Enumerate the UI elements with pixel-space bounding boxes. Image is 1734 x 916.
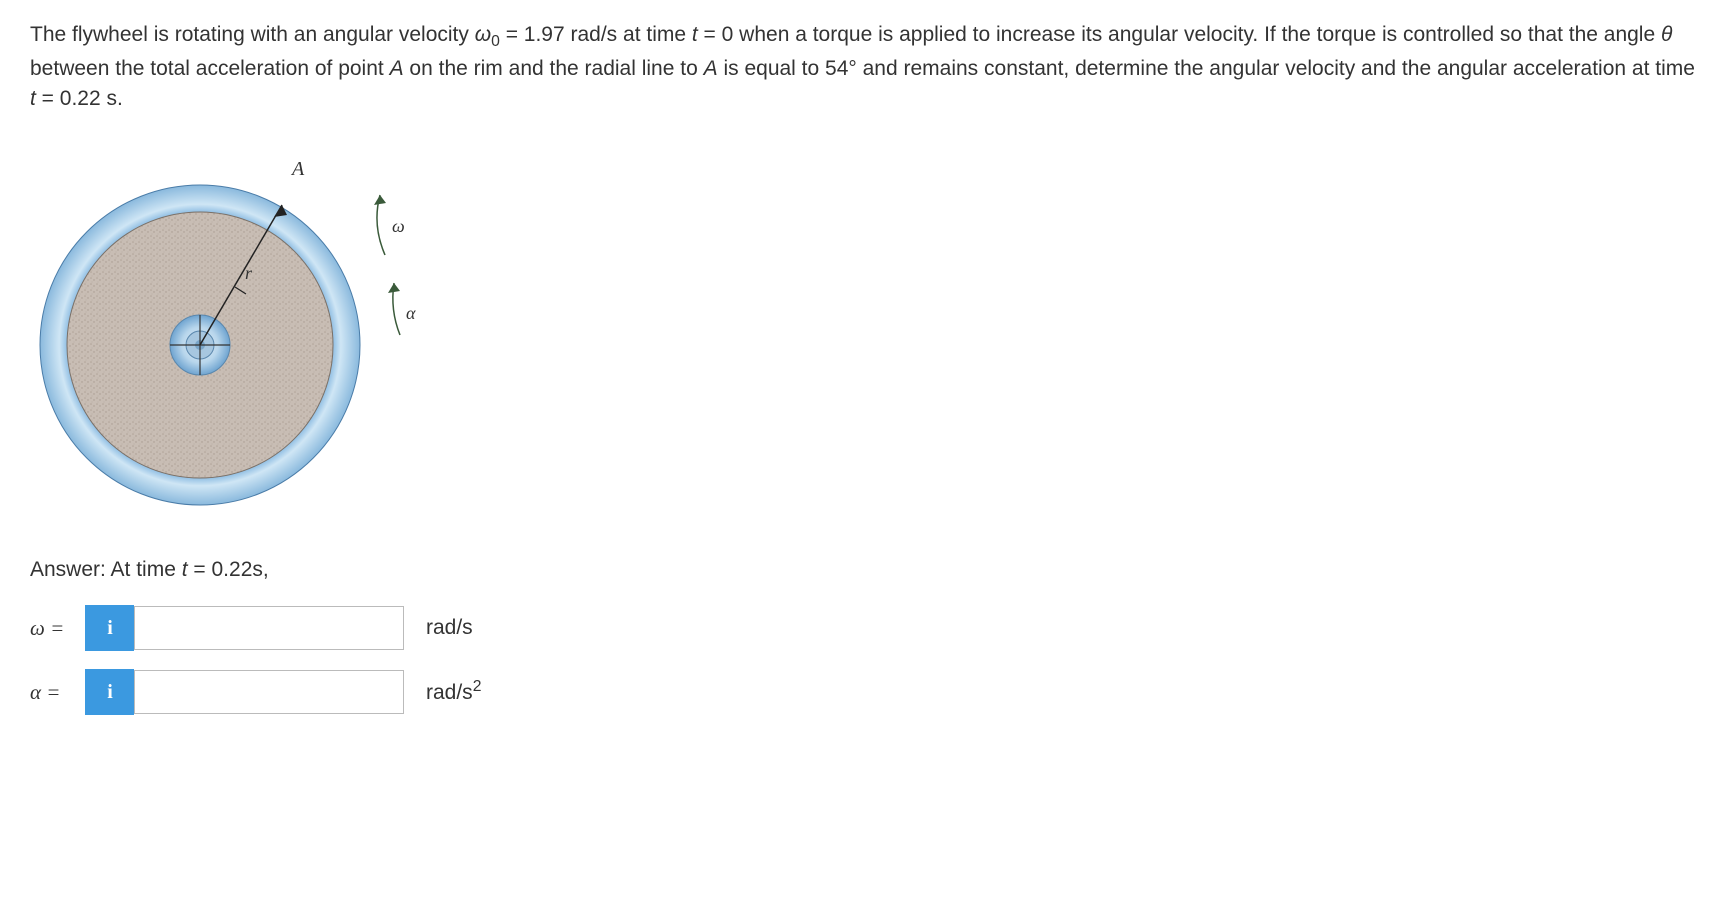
label-alpha: α — [406, 300, 415, 326]
answer-row-omega: ω = i rad/s — [30, 605, 1704, 651]
alpha-label: α = — [30, 677, 85, 707]
label-omega: ω — [392, 213, 405, 239]
answer-row-alpha: α = i rad/s2 — [30, 669, 1704, 715]
label-a: A — [292, 155, 304, 184]
info-icon[interactable]: i — [85, 669, 134, 715]
flywheel-svg — [30, 175, 370, 515]
alpha-unit: rad/s2 — [426, 676, 481, 708]
omega-label: ω = — [30, 613, 85, 643]
label-r: r — [245, 260, 252, 286]
answer-prompt: Answer: At time t = 0.22s, — [30, 555, 1704, 585]
flywheel-figure: A r ω α — [30, 145, 430, 515]
omega-arrow — [360, 185, 420, 265]
omega-unit: rad/s — [426, 613, 473, 643]
omega-input[interactable] — [134, 606, 404, 650]
answer-section: Answer: At time t = 0.22s, ω = i rad/s α… — [30, 555, 1704, 715]
alpha-input[interactable] — [134, 670, 404, 714]
info-icon[interactable]: i — [85, 605, 134, 651]
alpha-arrow — [378, 275, 428, 345]
problem-statement: The flywheel is rotating with an angular… — [30, 20, 1700, 115]
